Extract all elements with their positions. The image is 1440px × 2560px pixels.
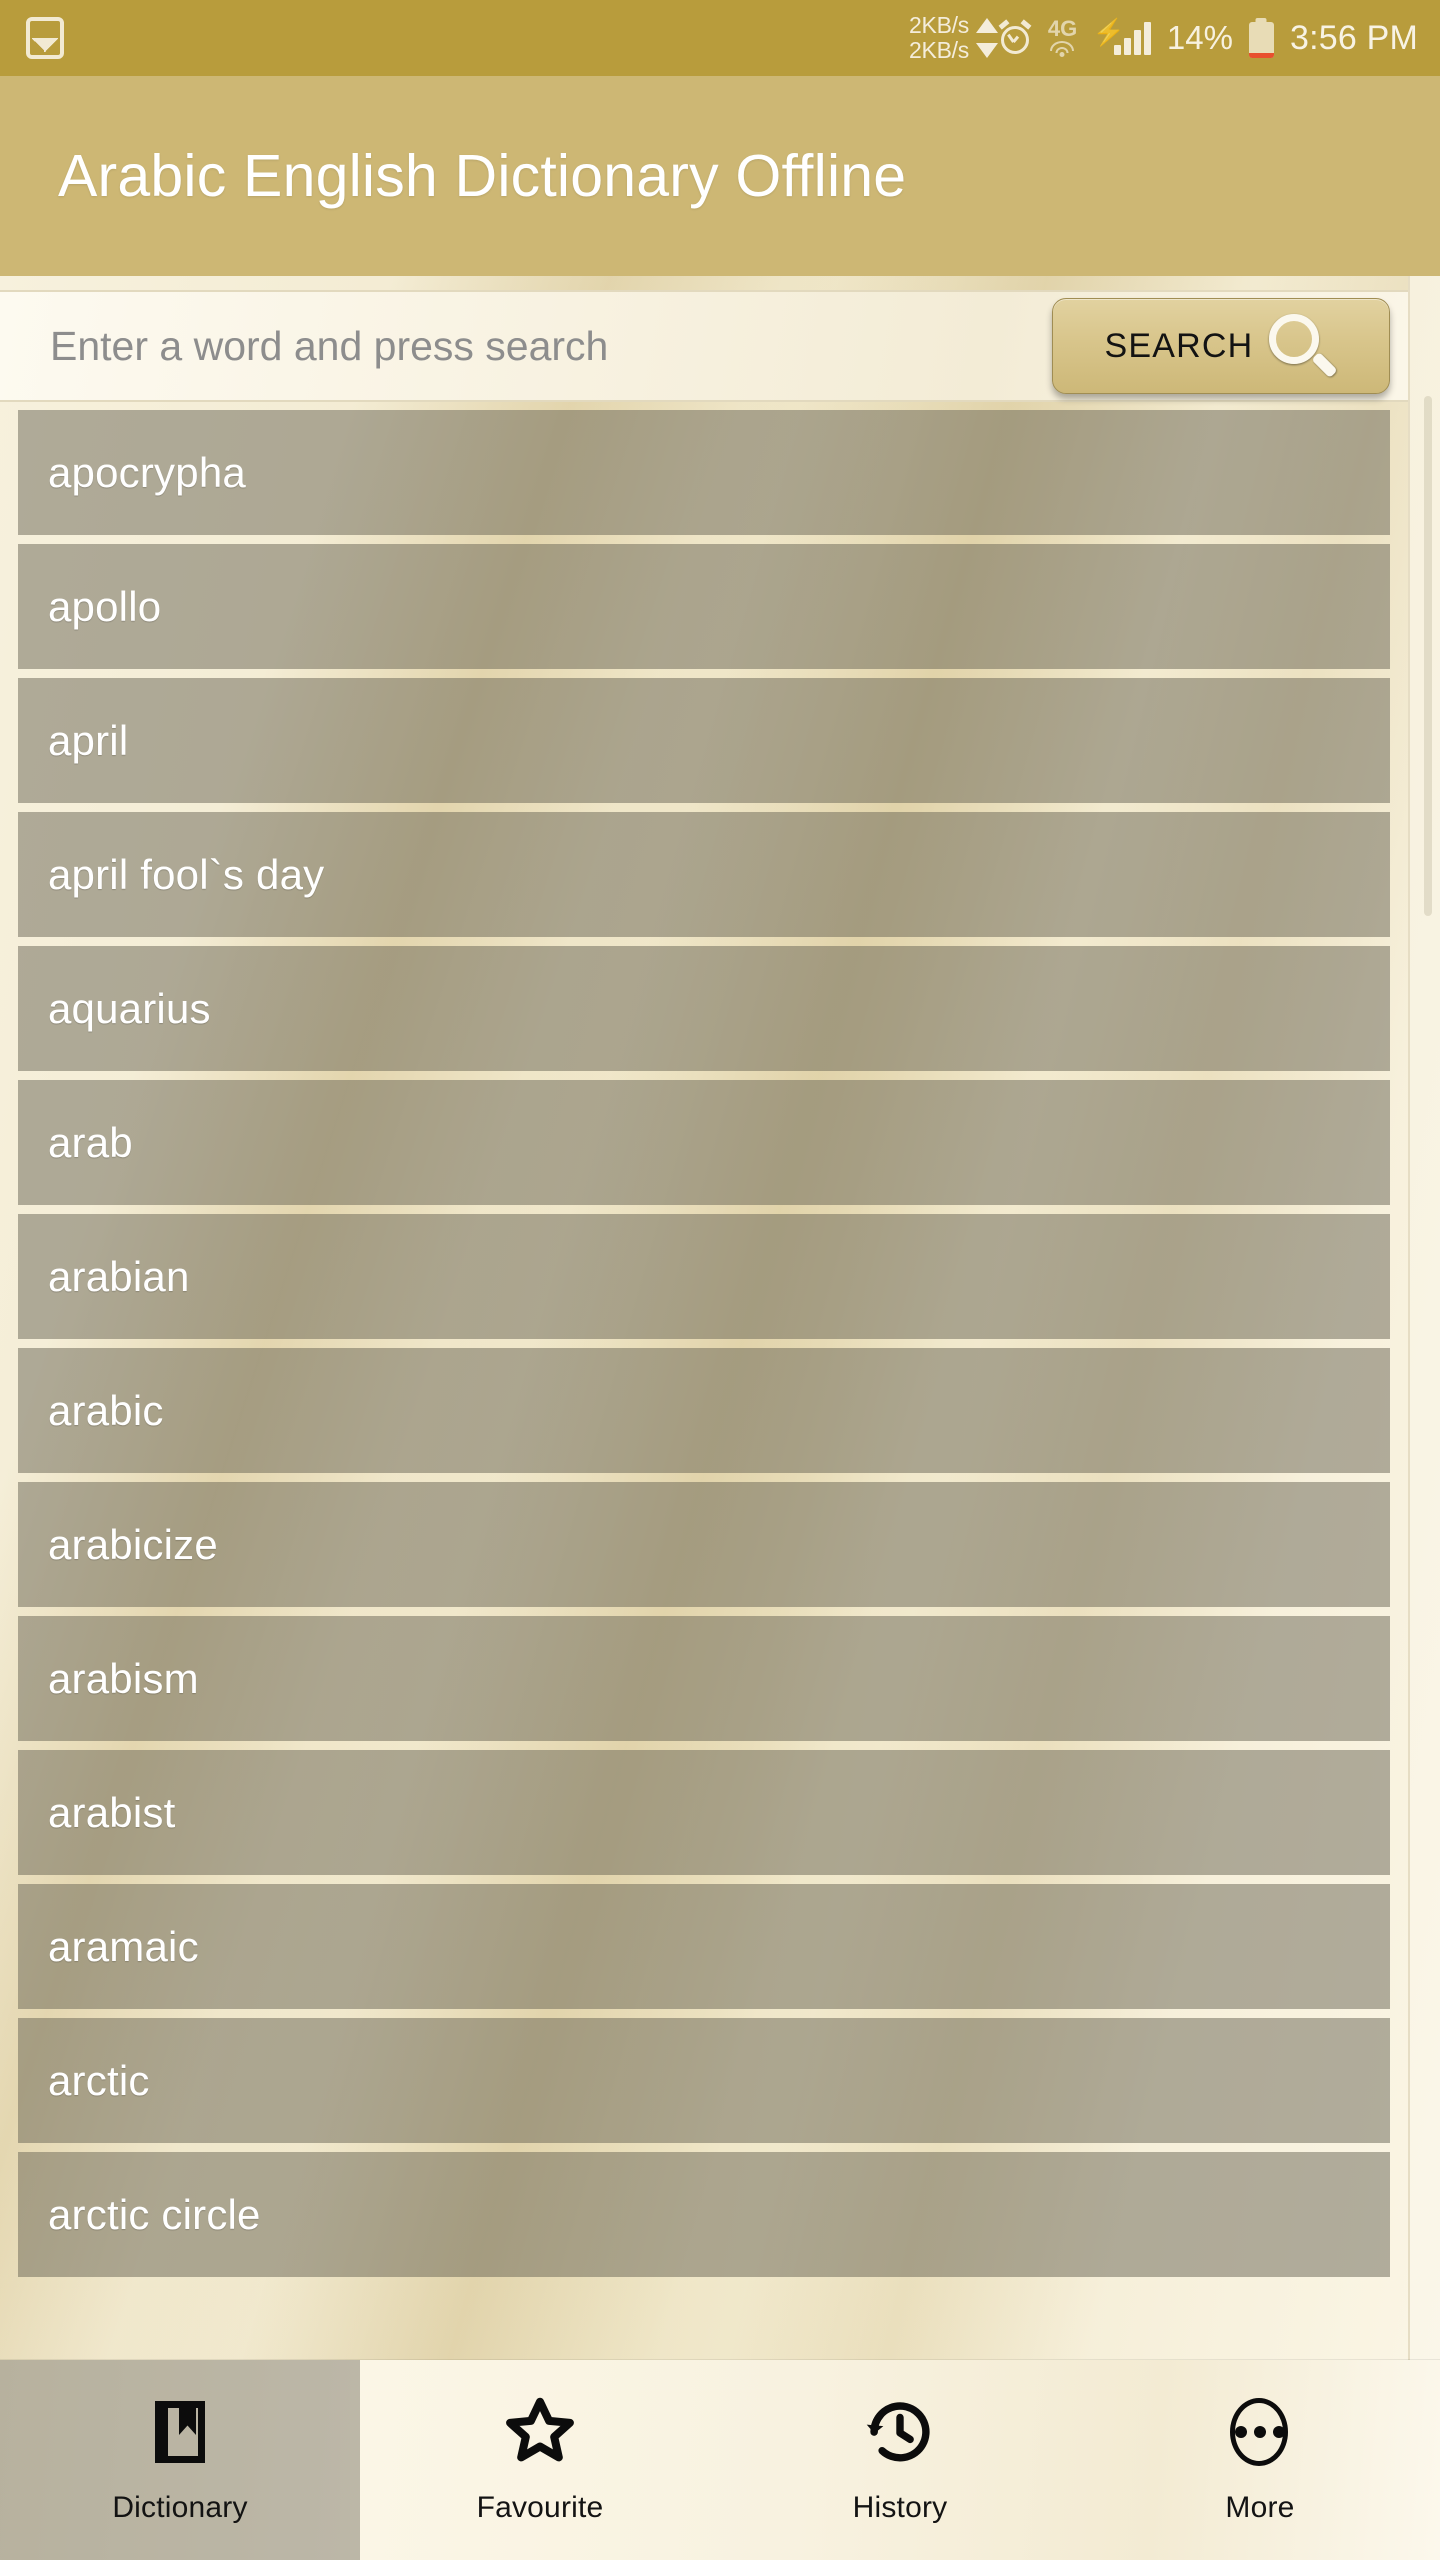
battery-percent-label: 14% — [1166, 19, 1233, 56]
word-list-item-label: arctic circle — [48, 2190, 261, 2238]
network-speed-down-label: 2KB/s — [909, 37, 969, 63]
search-button-label: SEARCH — [1104, 326, 1254, 365]
word-list-item-label: arabist — [48, 1788, 176, 1836]
word-list-item[interactable]: arctic circle — [18, 2152, 1390, 2277]
bottom-navigation-bar: Dictionary Favourite History More — [0, 2360, 1440, 2560]
word-list-item-label: arabic — [48, 1386, 164, 1434]
wifi-icon — [1049, 41, 1075, 57]
status-bar-right: 4G ⚡ 14% 3:56 PM — [998, 16, 1418, 58]
word-list-item-label: april — [48, 716, 129, 764]
scrollbar[interactable] — [1408, 276, 1440, 2560]
page-title: Arabic English Dictionary Offline — [58, 143, 907, 209]
word-list-item[interactable]: aramaic — [18, 1884, 1390, 2009]
word-list-item[interactable]: arabic — [18, 1348, 1390, 1473]
nav-tab-label: Dictionary — [112, 2491, 248, 2524]
word-list-item[interactable]: arab — [18, 1080, 1390, 1205]
status-bar: 2KB/s 2KB/s 4G ⚡ 14% 3:56 PM — [0, 0, 1440, 76]
word-list-item[interactable]: arabicize — [18, 1482, 1390, 1607]
word-list-item[interactable]: arabist — [18, 1750, 1390, 1875]
word-list-item[interactable]: arctic — [18, 2018, 1390, 2143]
scrollbar-thumb[interactable] — [1424, 396, 1432, 916]
book-icon — [143, 2395, 217, 2469]
nav-tab-label: More — [1225, 2491, 1295, 2524]
image-notification-icon — [26, 17, 64, 59]
arrow-up-icon — [975, 18, 998, 33]
word-list-item[interactable]: arabian — [18, 1214, 1390, 1339]
word-list-item[interactable]: aquarius — [18, 946, 1390, 1071]
network-speed-down-row: 2KB/s — [909, 38, 998, 63]
word-list-item-label: arabism — [48, 1654, 199, 1702]
status-bar-clock: 3:56 PM — [1289, 18, 1418, 57]
word-list-item[interactable]: apocrypha — [18, 410, 1390, 535]
search-button[interactable]: SEARCH — [1052, 298, 1390, 394]
nav-tab-label: Favourite — [476, 2491, 604, 2524]
battery-low-icon — [1248, 18, 1274, 58]
word-list-item[interactable]: apollo — [18, 544, 1390, 669]
more-ellipsis-icon — [1223, 2395, 1297, 2469]
word-list-item-label: arab — [48, 1118, 133, 1166]
word-list-item-label: aquarius — [48, 984, 211, 1032]
app-bar: Arabic English Dictionary Offline — [0, 76, 1440, 276]
main-content: SEARCH apocrypha apollo april april fool`s … — [0, 276, 1440, 2560]
nav-tab-favourite[interactable]: Favourite — [360, 2360, 720, 2560]
nav-tab-dictionary[interactable]: Dictionary — [0, 2360, 360, 2560]
network-type-label: 4G — [1047, 16, 1078, 41]
word-list-item-label: april fool`s day — [48, 850, 325, 898]
history-clock-icon — [863, 2395, 937, 2469]
nav-tab-more[interactable]: More — [1080, 2360, 1440, 2560]
word-list-item[interactable]: april fool`s day — [18, 812, 1390, 937]
word-list-item-label: apocrypha — [48, 448, 246, 496]
search-bar: SEARCH — [0, 290, 1408, 402]
word-list-item-label: arabian — [48, 1252, 190, 1300]
word-list-item-label: arabicize — [48, 1520, 218, 1568]
nav-tab-label: History — [852, 2491, 948, 2524]
alarm-clock-icon — [998, 19, 1032, 55]
word-list-item-label: aramaic — [48, 1922, 199, 1970]
status-bar-left — [26, 17, 64, 59]
magnifier-icon — [1263, 309, 1339, 383]
word-list-item[interactable]: arabism — [18, 1616, 1390, 1741]
search-input[interactable] — [0, 322, 1052, 370]
nav-tab-history[interactable]: History — [720, 2360, 1080, 2560]
word-list-item-label: apollo — [48, 582, 162, 630]
network-speed-up-row: 2KB/s — [909, 13, 998, 38]
network-type-4g-icon: 4G ⚡ — [1047, 16, 1125, 58]
network-speed-indicator: 2KB/s 2KB/s — [909, 13, 998, 63]
word-list[interactable]: apocrypha apollo april april fool`s day aqua… — [0, 410, 1408, 2560]
network-speed-up-label: 2KB/s — [909, 12, 969, 38]
star-icon — [503, 2395, 577, 2469]
word-list-item[interactable]: april — [18, 678, 1390, 803]
word-list-item-label: arctic — [48, 2056, 150, 2104]
arrow-down-icon — [975, 43, 998, 58]
